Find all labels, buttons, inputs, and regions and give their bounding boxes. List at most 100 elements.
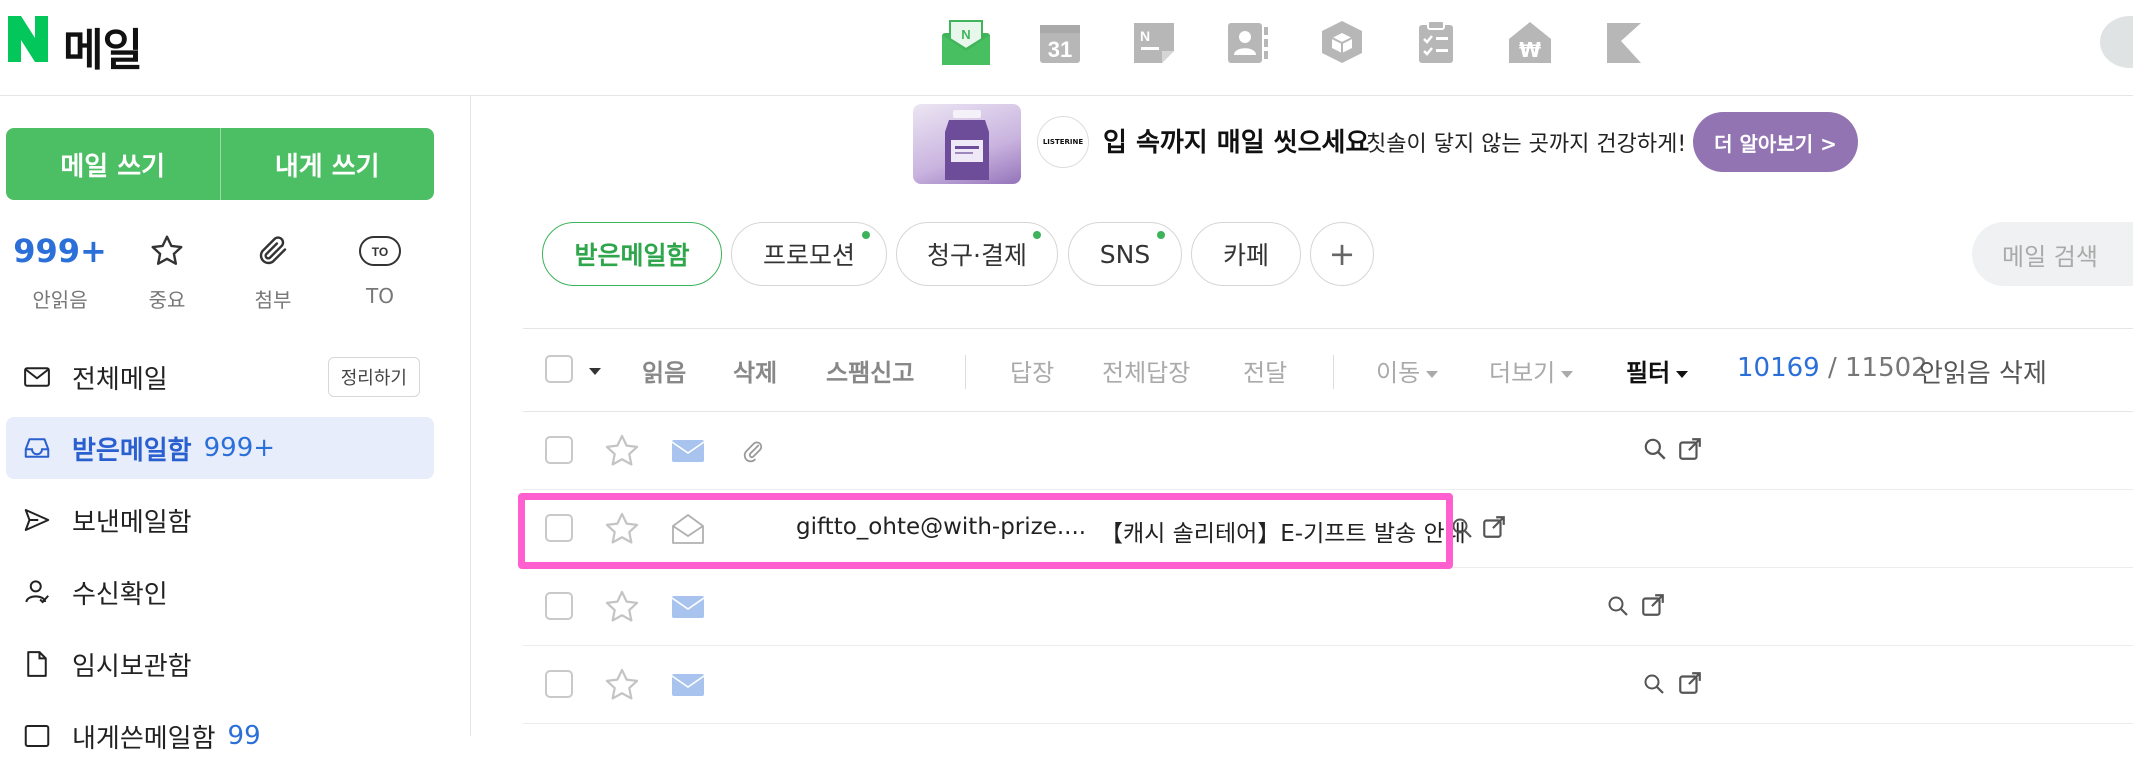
divider [1333, 355, 1334, 389]
naver-logo-icon[interactable] [8, 16, 48, 62]
delete-button[interactable]: 삭제 [733, 353, 777, 388]
star-icon[interactable] [603, 432, 641, 470]
todo-icon[interactable] [1410, 16, 1462, 68]
mail-app-icon[interactable]: N [940, 16, 992, 68]
star-icon [151, 235, 183, 265]
self-mail-count: 99 [227, 721, 261, 751]
spam-button[interactable]: 스팸신고 [826, 353, 914, 388]
bookmark-icon[interactable] [1598, 16, 1650, 68]
tab-cafe[interactable]: 카페 [1191, 222, 1301, 286]
row-checkbox[interactable] [545, 436, 573, 464]
new-dot [1033, 231, 1041, 239]
quick-attachment[interactable]: 첨부 [223, 226, 323, 313]
new-dot [862, 231, 870, 239]
tidy-button[interactable]: 정리하기 [327, 357, 420, 397]
ad-headline: 입 속까지 매일 씻으세요 [1103, 128, 1370, 158]
svg-text:N: N [961, 27, 970, 42]
search-input[interactable]: 메일 검색 [1972, 222, 2133, 286]
unread-count: 999+ [13, 232, 107, 270]
sidebar-item-read-receipt[interactable]: 수신확인 [6, 561, 434, 623]
ad-brand-logo: LISTERINE [1037, 116, 1089, 168]
quick-unread-label: 안읽음 [32, 288, 88, 312]
write-mail-button[interactable]: 메일 쓰기 [6, 128, 220, 200]
to-icon: TO [359, 236, 401, 266]
tab-label: 카페 [1222, 241, 1269, 270]
svg-text:₩: ₩ [1519, 38, 1541, 62]
forward-button[interactable]: 전달 [1243, 353, 1287, 388]
sidebar-item-drafts[interactable]: 임시보관함 [6, 633, 434, 695]
sidebar-item-sent[interactable]: 보낸메일함 [6, 489, 434, 551]
row-checkbox[interactable] [545, 670, 573, 698]
table-row[interactable] [523, 568, 2133, 646]
unread-mail-icon[interactable] [671, 434, 705, 468]
table-row[interactable] [523, 412, 2133, 490]
star-icon[interactable] [603, 510, 641, 548]
row-checkbox[interactable] [545, 592, 573, 620]
search-icon[interactable] [1642, 672, 1666, 696]
search-icon[interactable] [1450, 516, 1474, 540]
sidebar-item-label: 수신확인 [72, 579, 168, 610]
quick-to[interactable]: TO TO [330, 226, 430, 308]
sidebar-item-self-mail[interactable]: 내게쓴메일함 99 [6, 705, 434, 767]
svg-text:N: N [1140, 28, 1150, 44]
search-icon[interactable] [1606, 594, 1630, 618]
open-new-window-icon[interactable] [1640, 592, 1666, 618]
tab-sns[interactable]: SNS [1068, 222, 1182, 286]
open-new-window-icon[interactable] [1677, 670, 1703, 696]
read-receipt-icon [20, 575, 54, 609]
read-button[interactable]: 읽음 [642, 353, 686, 388]
star-icon[interactable] [603, 588, 641, 626]
write-self-button[interactable]: 내게 쓰기 [221, 128, 435, 200]
ad-banner[interactable]: LISTERINE 입 속까지 매일 씻으세요 칫솔이 닿지 않는 곳까지 건강… [913, 100, 1863, 188]
add-tab-button[interactable]: + [1310, 222, 1374, 286]
select-all-checkbox[interactable] [545, 355, 573, 383]
paperclip-icon [259, 236, 287, 265]
sidebar-item-label: 받은메일함 [72, 435, 192, 466]
more-button[interactable]: 더보기 [1489, 353, 1574, 388]
search-icon[interactable] [1642, 436, 1668, 462]
mail-toolbar: 읽음 삭제 스팸신고 답장 전체답장 전달 이동 더보기 필터 10169 / … [523, 328, 2133, 412]
unread-mail-icon[interactable] [671, 590, 705, 624]
paperclip-icon [743, 441, 763, 463]
plus-icon: + [1328, 235, 1356, 273]
new-dot [1157, 231, 1165, 239]
calendar-icon[interactable]: 31 [1034, 16, 1086, 68]
ad-cta-button[interactable]: 더 알아보기 > [1693, 112, 1858, 172]
star-icon[interactable] [603, 666, 641, 704]
tab-inbox[interactable]: 받은메일함 [542, 222, 722, 286]
mybox-icon[interactable] [1316, 16, 1368, 68]
table-row[interactable]: giftto_ohte@with-prize.... 【캐시 솔리테어】E-기프… [523, 490, 2133, 568]
quick-important[interactable]: 중요 [117, 226, 217, 313]
sidebar-item-all-mail[interactable]: 전체메일 정리하기 [6, 346, 434, 408]
reply-button[interactable]: 답장 [1010, 353, 1054, 388]
email-subject[interactable]: 【캐시 솔리테어】E-기프트 발송 안내 [1100, 514, 1466, 548]
tab-billing[interactable]: 청구·결제 [896, 222, 1058, 286]
filter-button[interactable]: 필터 [1626, 353, 1689, 388]
unread-mail-count[interactable]: 10169 [1737, 353, 1820, 383]
svg-text:TO: TO [372, 245, 388, 259]
unread-mail-icon[interactable] [671, 668, 705, 702]
tab-promotion[interactable]: 프로모션 [731, 222, 887, 286]
memo-icon[interactable]: N [1128, 16, 1180, 68]
reply-all-button[interactable]: 전체답장 [1102, 353, 1190, 388]
quick-attachment-label: 첨부 [254, 288, 292, 312]
sidebar-item-inbox[interactable]: 받은메일함 999+ [6, 417, 434, 479]
delete-unread-button[interactable]: 안읽음 삭제 [1919, 353, 2047, 390]
mail-icon [20, 360, 54, 394]
avatar[interactable] [2100, 16, 2133, 68]
contacts-icon[interactable] [1222, 16, 1274, 68]
row-checkbox[interactable] [545, 514, 573, 542]
household-ledger-icon[interactable]: ₩ [1504, 16, 1556, 68]
read-mail-icon[interactable] [671, 512, 705, 546]
app-title[interactable]: 메일 [63, 14, 143, 78]
table-row[interactable] [523, 646, 2133, 724]
open-new-window-icon[interactable] [1677, 436, 1703, 462]
open-new-window-icon[interactable] [1481, 514, 1507, 540]
quick-unread[interactable]: 999+ 안읽음 [10, 226, 110, 313]
move-button[interactable]: 이동 [1376, 353, 1439, 388]
select-dropdown-button[interactable] [583, 356, 601, 384]
sidebar-item-label: 전체메일 [72, 364, 168, 395]
quick-important-label: 중요 [148, 288, 186, 312]
total-mail-count: / 11502 [1827, 353, 1928, 383]
email-sender[interactable]: giftto_ohte@with-prize.... [796, 514, 1086, 540]
